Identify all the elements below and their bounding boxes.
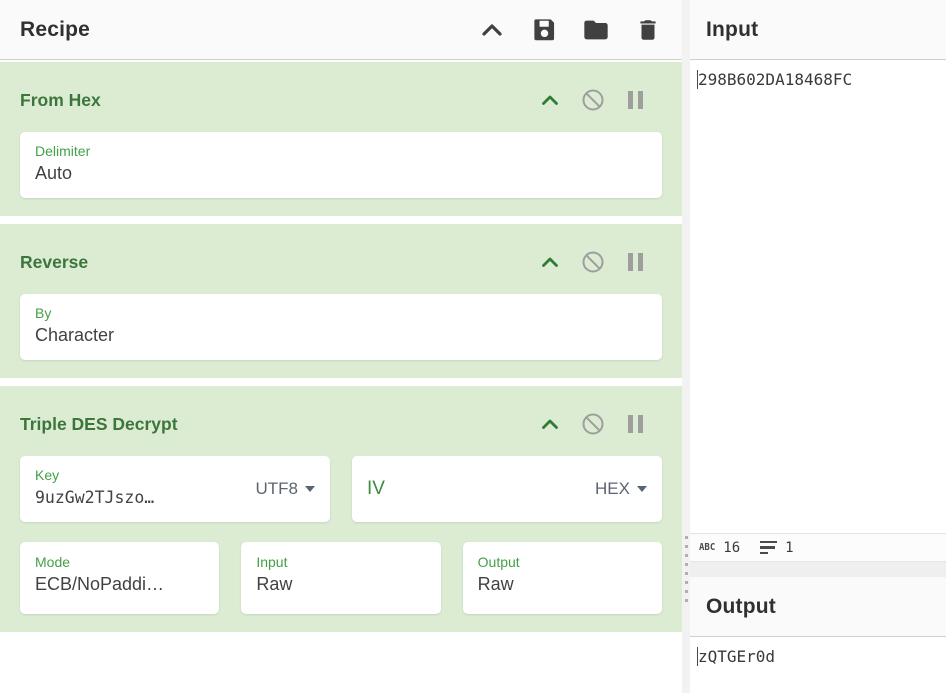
recipe-header: Recipe [0,0,682,60]
operation-title: From Hex [20,89,101,110]
clear-recipe-trash-icon[interactable] [634,16,662,44]
iv-field[interactable]: IV HEX [352,456,662,522]
iv-placeholder-label: IV [367,477,385,499]
output-header: Output [690,577,946,637]
input-type-select[interactable]: Input Raw [241,542,441,614]
ingredient-label: Key [35,467,60,483]
recipe-io-splitter[interactable] [682,0,690,693]
char-count-value: 16 [723,539,741,556]
breakpoint-pause-icon[interactable] [627,252,644,272]
line-count-value: 1 [785,539,794,556]
ingredient-label: Delimiter [35,143,91,159]
ingredient-label: Mode [35,554,71,570]
ingredient-value: Character [35,325,115,345]
recipe-operation-list: From Hex Delimiter Auto Reverse By Chara… [0,60,682,693]
disable-op-ban-icon[interactable] [581,250,605,274]
output-text: zQTGEr0d [698,647,776,666]
operation-title: Reverse [20,251,89,272]
collapse-op-chevron-up-icon[interactable] [541,419,559,430]
output-type-select[interactable]: Output Raw [462,542,662,614]
operation-triple-des-decrypt[interactable]: Triple DES Decrypt Key 9uzGw2TJszo… UTF8… [0,386,682,632]
dropdown-caret-icon [637,485,647,492]
operation-header: Reverse [20,250,662,274]
disable-op-ban-icon[interactable] [581,88,605,112]
operation-from-hex[interactable]: From Hex Delimiter Auto [0,62,682,216]
input-header: Input [690,0,946,60]
recipe-title: Recipe [20,17,91,41]
recipe-header-icons [478,16,662,44]
io-panel: Input 298B602DA18468FC ABC 16 1 Output z… [690,0,946,693]
input-stats-bar: ABC 16 1 [690,533,946,561]
ingredient-label: By [35,305,52,321]
splitter-drag-handle-dots [684,536,688,602]
input-text: 298B602DA18468FC [698,70,853,89]
breakpoint-pause-icon[interactable] [627,90,644,110]
iv-encoding-dropdown[interactable]: HEX [595,479,647,499]
delimiter-select[interactable]: Delimiter Auto [20,132,662,198]
disable-op-ban-icon[interactable] [581,412,605,436]
output-textarea[interactable]: zQTGEr0d [690,637,946,693]
key-value: 9uzGw2TJszo… [35,488,155,507]
key-field[interactable]: Key 9uzGw2TJszo… UTF8 [20,456,330,522]
save-recipe-icon[interactable] [530,16,558,44]
input-type-value: Raw [256,574,293,594]
mode-value: ECB/NoPaddi… [35,574,165,594]
ingredient-label: Input [256,554,288,570]
input-output-splitter[interactable] [690,561,946,577]
operation-reverse[interactable]: Reverse By Character [0,224,682,378]
operation-header: From Hex [20,88,662,112]
dropdown-caret-icon [305,485,315,492]
collapse-op-chevron-up-icon[interactable] [541,257,559,268]
operation-title: Triple DES Decrypt [20,413,178,434]
recipe-panel: Recipe From Hex Delimiter Auto Reverse B… [0,0,682,693]
key-encoding-value: UTF8 [255,478,299,498]
input-textarea[interactable]: 298B602DA18468FC [690,60,946,533]
mode-select[interactable]: Mode ECB/NoPaddi… [20,542,220,614]
collapse-recipe-chevron-up-icon[interactable] [478,16,506,44]
ingredient-value: Auto [35,163,73,183]
reverse-by-select[interactable]: By Character [20,294,662,360]
line-count-icon [760,540,778,555]
output-type-value: Raw [477,574,514,594]
operation-header: Triple DES Decrypt [20,412,662,436]
breakpoint-pause-icon[interactable] [627,414,644,434]
iv-encoding-value: HEX [595,478,630,498]
cyberchef-app: Recipe From Hex Delimiter Auto Reverse B… [0,0,946,693]
output-title: Output [706,594,777,618]
char-count-icon: ABC [699,542,716,553]
load-recipe-folder-icon[interactable] [582,16,610,44]
key-encoding-dropdown[interactable]: UTF8 [255,478,315,499]
input-title: Input [706,17,759,41]
ingredient-label: Output [477,554,520,570]
collapse-op-chevron-up-icon[interactable] [541,95,559,106]
